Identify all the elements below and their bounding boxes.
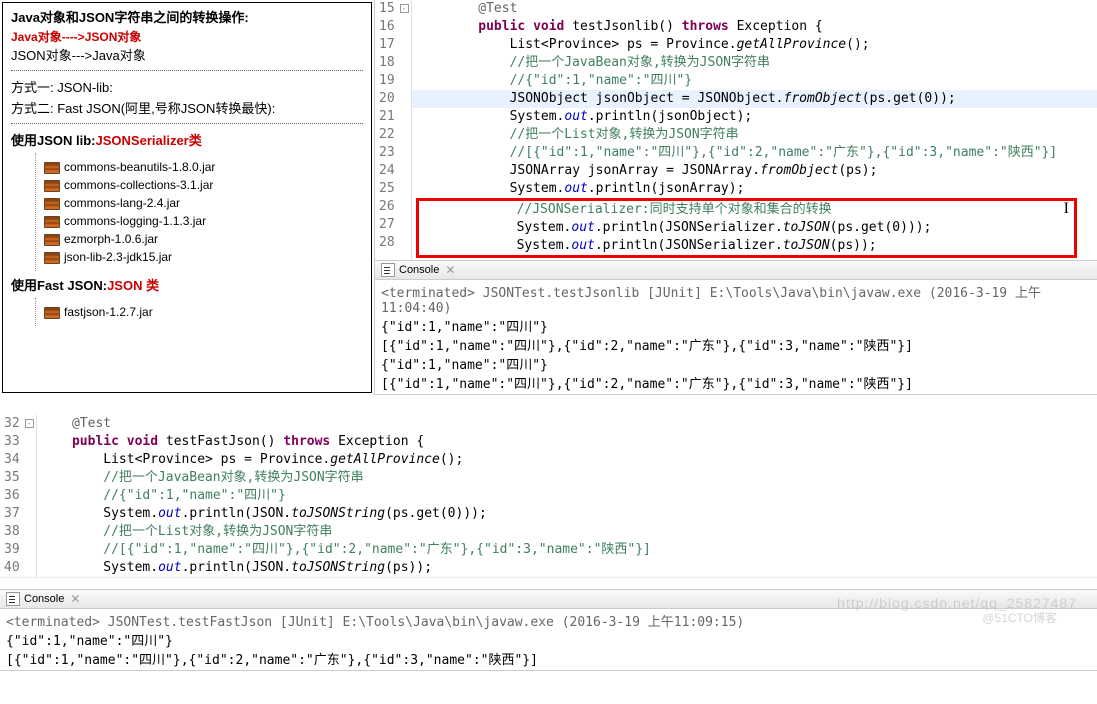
code-editor-1[interactable]: 15- 16 17 18 19 20 21 22 23 24 25 26 27 … bbox=[374, 0, 1097, 395]
archive-icon bbox=[44, 304, 60, 320]
archive-icon bbox=[44, 177, 60, 193]
section-jsonlib: 使用JSON lib:JSONSerializer类 bbox=[11, 130, 363, 149]
archive-icon bbox=[44, 195, 60, 211]
jar-item[interactable]: commons-beanutils-1.8.0.jar bbox=[44, 159, 363, 175]
highlighted-code-box: //JSONSerializer:同时支持单个对象和集合的转换 System.o… bbox=[416, 198, 1077, 258]
notes-title: Java对象和JSON字符串之间的转换操作: bbox=[11, 7, 363, 26]
console-output-2[interactable]: <terminated> JSONTest.testFastJson [JUni… bbox=[0, 609, 1097, 671]
divider bbox=[11, 123, 363, 124]
close-icon[interactable]: ✕ bbox=[445, 263, 455, 277]
jar-list-1: commons-beanutils-1.8.0.jar commons-coll… bbox=[35, 153, 363, 271]
divider bbox=[11, 70, 363, 71]
archive-icon bbox=[44, 159, 60, 175]
notes-panel: Java对象和JSON字符串之间的转换操作: Java对象---->JSON对象… bbox=[2, 2, 372, 393]
method-1: 方式一: JSON-lib: bbox=[11, 77, 363, 96]
console-tab[interactable]: Console ✕ bbox=[375, 260, 1097, 280]
code-content[interactable]: @Test public void testJsonlib() throws E… bbox=[412, 0, 1097, 260]
line-gutter[interactable]: 15- 16 17 18 19 20 21 22 23 24 25 26 27 … bbox=[375, 0, 412, 260]
section-fastjson: 使用Fast JSON:JSON 类 bbox=[11, 275, 363, 294]
code-content[interactable]: @Test public void testFastJson() throws … bbox=[37, 415, 1097, 577]
console-icon bbox=[381, 263, 395, 277]
close-icon[interactable]: ✕ bbox=[70, 592, 80, 606]
archive-icon bbox=[44, 213, 60, 229]
fold-icon[interactable]: - bbox=[25, 419, 34, 428]
archive-icon bbox=[44, 249, 60, 265]
notes-subtitle: JSON对象--->Java对象 bbox=[11, 45, 363, 64]
console-icon bbox=[6, 592, 20, 606]
notes-highlight: Java对象---->JSON对象 bbox=[11, 28, 363, 45]
jar-list-2: fastjson-1.2.7.jar bbox=[35, 298, 363, 326]
watermark-2: @51CTO博客 bbox=[982, 609, 1057, 626]
jar-item[interactable]: commons-logging-1.1.3.jar bbox=[44, 213, 363, 229]
jar-item[interactable]: ezmorph-1.0.6.jar bbox=[44, 231, 363, 247]
jar-item[interactable]: fastjson-1.2.7.jar bbox=[44, 304, 363, 320]
console-output[interactable]: <terminated> JSONTest.testJsonlib [JUnit… bbox=[375, 280, 1097, 395]
line-gutter[interactable]: 32- 33 34 35 36 37 38 39 40 bbox=[0, 415, 37, 577]
jar-item[interactable]: commons-lang-2.4.jar bbox=[44, 195, 363, 211]
jar-item[interactable]: json-lib-2.3-jdk15.jar bbox=[44, 249, 363, 265]
code-editor-2[interactable]: 32- 33 34 35 36 37 38 39 40 @Test public… bbox=[0, 415, 1097, 577]
jar-item[interactable]: commons-collections-3.1.jar bbox=[44, 177, 363, 193]
archive-icon bbox=[44, 231, 60, 247]
method-2: 方式二: Fast JSON(阿里,号称JSON转换最快): bbox=[11, 98, 363, 117]
fold-icon[interactable]: - bbox=[400, 4, 409, 13]
text-cursor-icon: I bbox=[1064, 200, 1069, 218]
